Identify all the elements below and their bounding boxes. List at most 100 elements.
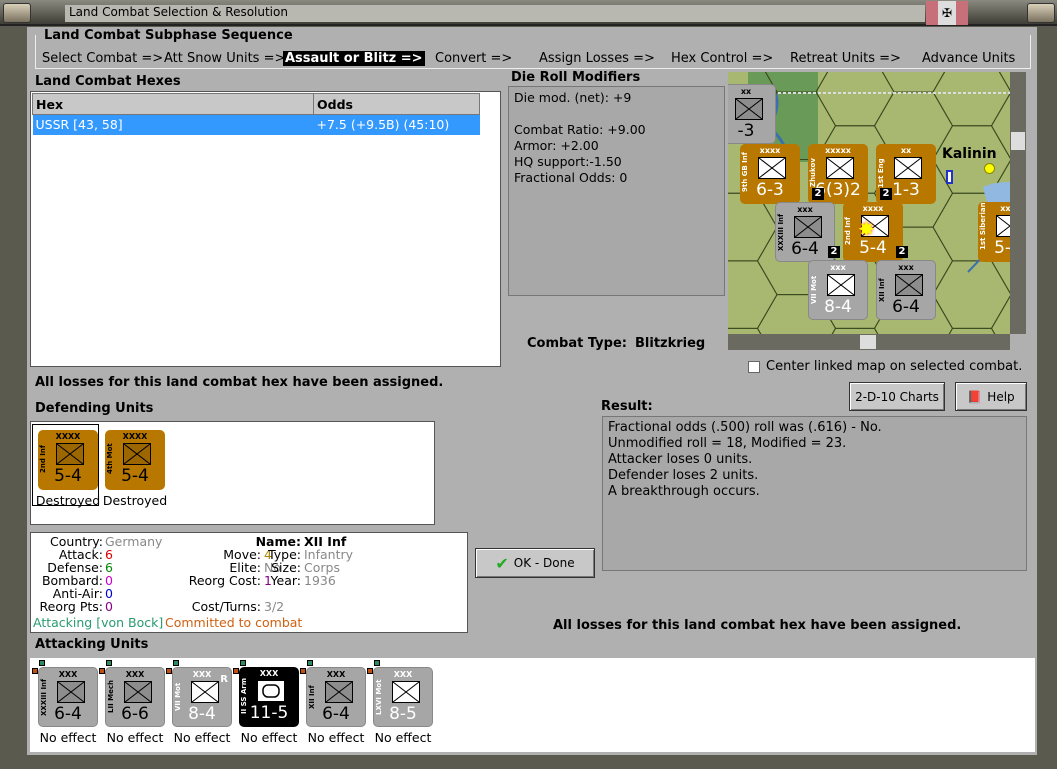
unit-counter[interactable]: XXX LII Mech 6-6 xyxy=(105,667,165,727)
land-combat-hexes-table: Hex Odds USSR [43, 58] +7.5 (+9.5B) (45:10… xyxy=(30,91,501,367)
unit-status: Destroyed xyxy=(102,493,168,508)
losses-assigned-message-bottom: All losses for this land combat hex have… xyxy=(553,618,962,633)
unit-status-dot xyxy=(233,668,239,674)
mod-line: Die mod. (net): +9 xyxy=(514,90,632,105)
unit-type-icon xyxy=(124,681,152,703)
map-vertical-scrollbar[interactable] xyxy=(1010,72,1026,334)
unit-type-icon xyxy=(392,681,420,703)
result-line: Attacker loses 0 units. xyxy=(608,452,753,467)
attacking-units-label: Attacking Units xyxy=(35,637,149,652)
unit-type-icon xyxy=(826,157,854,179)
help-label: Help xyxy=(987,389,1015,404)
subphase-sequence-label: Land Combat Subphase Sequence xyxy=(42,28,295,43)
column-header-odds[interactable]: Odds xyxy=(313,93,480,115)
unit-status: No effect xyxy=(106,730,164,745)
unit-type-icon xyxy=(191,681,219,703)
land-combat-hexes-label: Land Combat Hexes xyxy=(35,74,181,89)
step-att-snow-units: Att Snow Units => xyxy=(164,51,286,66)
ok-done-button[interactable]: ✔ OK - Done xyxy=(475,548,595,578)
unit-counter[interactable]: XXX LXVI Mot 8-5 xyxy=(373,667,433,727)
unit-status: No effect xyxy=(240,730,298,745)
mod-line-blank xyxy=(514,106,719,122)
german-flag-icon: ✠ xyxy=(926,1,968,25)
unit-counter[interactable]: XXX XXXIII Inf 6-4 xyxy=(38,667,98,727)
result-line: Defender loses 2 units. xyxy=(608,468,759,483)
unit-counter[interactable]: XXX XII Inf 6-4 xyxy=(306,667,366,727)
unit-counter[interactable]: xxxx 9th GB Inf 6-3 xyxy=(740,144,800,204)
step-assault-or-blitz: Assault or Blitz => xyxy=(283,51,425,66)
unit-status-dot xyxy=(374,660,380,666)
unit-status-dot xyxy=(367,668,373,674)
system-menu-button[interactable] xyxy=(3,3,31,23)
stack-count-badge: 2 xyxy=(812,188,824,200)
hex-cell: USSR [43, 58] xyxy=(32,114,314,135)
unit-strength: 6-6 xyxy=(121,704,149,724)
close-button[interactable] xyxy=(1027,3,1055,23)
unit-type-icon xyxy=(56,443,84,465)
unit-counter[interactable]: XXXX 4th Mot 5-4 xyxy=(105,430,165,490)
unit-counter[interactable]: xx -3 xyxy=(728,84,776,144)
unit-info-panel: Country: Germany Attack: 6 Defense: 6 Bomba… xyxy=(30,532,468,633)
year-value: 1936 xyxy=(304,573,336,588)
stack-count-badge: 2 xyxy=(896,246,908,258)
combat-explosion-icon: ✸ xyxy=(858,217,875,241)
unit-type-icon xyxy=(895,274,923,296)
unit-counter[interactable]: XXX II SS Arm 11-5 xyxy=(239,667,299,727)
window-title: Land Combat Selection & Resolution xyxy=(65,5,925,22)
unit-status: No effect xyxy=(173,730,231,745)
cost-turns-value: 3/2 xyxy=(264,599,285,614)
unit-type-icon xyxy=(123,443,151,465)
unit-status: No effect xyxy=(307,730,365,745)
unit-counter[interactable]: XXXX 2nd Inf 5-4 xyxy=(38,430,98,490)
charts-button[interactable]: 2-D-10 Charts xyxy=(849,382,945,411)
unit-type-icon xyxy=(894,157,922,179)
unit-strength: 6-4 xyxy=(322,704,350,724)
unit-counter[interactable]: xxx XXXIII Inf 6-4 xyxy=(775,202,835,262)
unit-strength: 11-5 xyxy=(249,703,289,723)
unit-counter[interactable]: xxx VII Mot 8-4 xyxy=(808,260,868,320)
step-advance-units: Advance Units xyxy=(922,51,1016,66)
attacking-units-panel: XXX XXXIII Inf 6-4 No effect XXX LII Mech … xyxy=(30,658,1035,752)
unit-strength: 6-4 xyxy=(791,239,819,259)
odds-cell: +7.5 (+9.5B) (45:10) xyxy=(313,114,480,135)
unit-type-icon xyxy=(827,274,855,296)
linked-map[interactable]: Kalinin xx -3 xxxx 9th GB Inf 6-3 xxxxx Zh… xyxy=(728,72,1010,334)
unit-status-dot xyxy=(39,660,45,666)
unit-type-icon xyxy=(758,157,786,179)
unit-counter[interactable]: xxx 1st Siberian 5-4 xyxy=(978,202,1010,262)
vertical-scroll-thumb[interactable] xyxy=(1011,132,1025,150)
unit-strength: 8-4 xyxy=(824,297,852,317)
die-roll-modifiers-box: Die mod. (net): +9 Combat Ratio: +9.00 A… xyxy=(508,86,725,296)
step-hex-control: Hex Control => xyxy=(671,51,774,66)
center-map-checkbox[interactable] xyxy=(748,361,760,373)
stack-count-badge: 2 xyxy=(880,188,892,200)
unit-counter[interactable]: XXX VII Mot 8-4 R xyxy=(172,667,232,727)
step-select-combat: Select Combat => xyxy=(42,51,164,66)
unit-counter[interactable]: xxx XII Inf 6-4 xyxy=(876,260,936,320)
checkmark-icon: ✔ xyxy=(495,553,509,573)
cost-turns-label: Cost/Turns: xyxy=(191,599,261,614)
column-header-hex[interactable]: Hex xyxy=(32,93,314,115)
help-button[interactable]: 📕 Help xyxy=(955,382,1027,411)
unit-status: No effect xyxy=(39,730,97,745)
result-line: Unmodified roll = 18, Modified = 23. xyxy=(608,436,847,451)
unit-type-icon xyxy=(794,216,822,238)
losses-assigned-message-top: All losses for this land combat hex have… xyxy=(35,375,444,390)
horizontal-scroll-thumb[interactable] xyxy=(860,335,876,349)
step-assign-losses: Assign Losses => xyxy=(539,51,655,66)
unit-status-dot xyxy=(240,660,246,666)
result-box: Fractional odds (.500) roll was (.616) -… xyxy=(602,416,1027,571)
table-row[interactable]: USSR [43, 58] +7.5 (+9.5B) (45:10) xyxy=(32,114,480,135)
reserve-flag: R xyxy=(220,674,228,685)
reorg-pts-label: Reorg Pts: xyxy=(39,599,103,614)
unit-strength: 8-5 xyxy=(389,704,417,724)
result-line: A breakthrough occurs. xyxy=(608,484,760,499)
center-map-checkbox-label: Center linked map on selected combat. xyxy=(766,359,1023,374)
combat-type-value: Blitzkrieg xyxy=(635,336,706,351)
unit-strength: 5-4 xyxy=(994,238,1010,258)
unit-status-dot xyxy=(32,668,38,674)
map-horizontal-scrollbar[interactable] xyxy=(728,334,1010,350)
unit-status-dot xyxy=(99,668,105,674)
reorg-pts-value: 0 xyxy=(105,599,113,614)
defending-units-panel: XXXX 2nd Inf 5-4 Destroyed XXXX 4th Mot 5-… xyxy=(30,421,435,525)
